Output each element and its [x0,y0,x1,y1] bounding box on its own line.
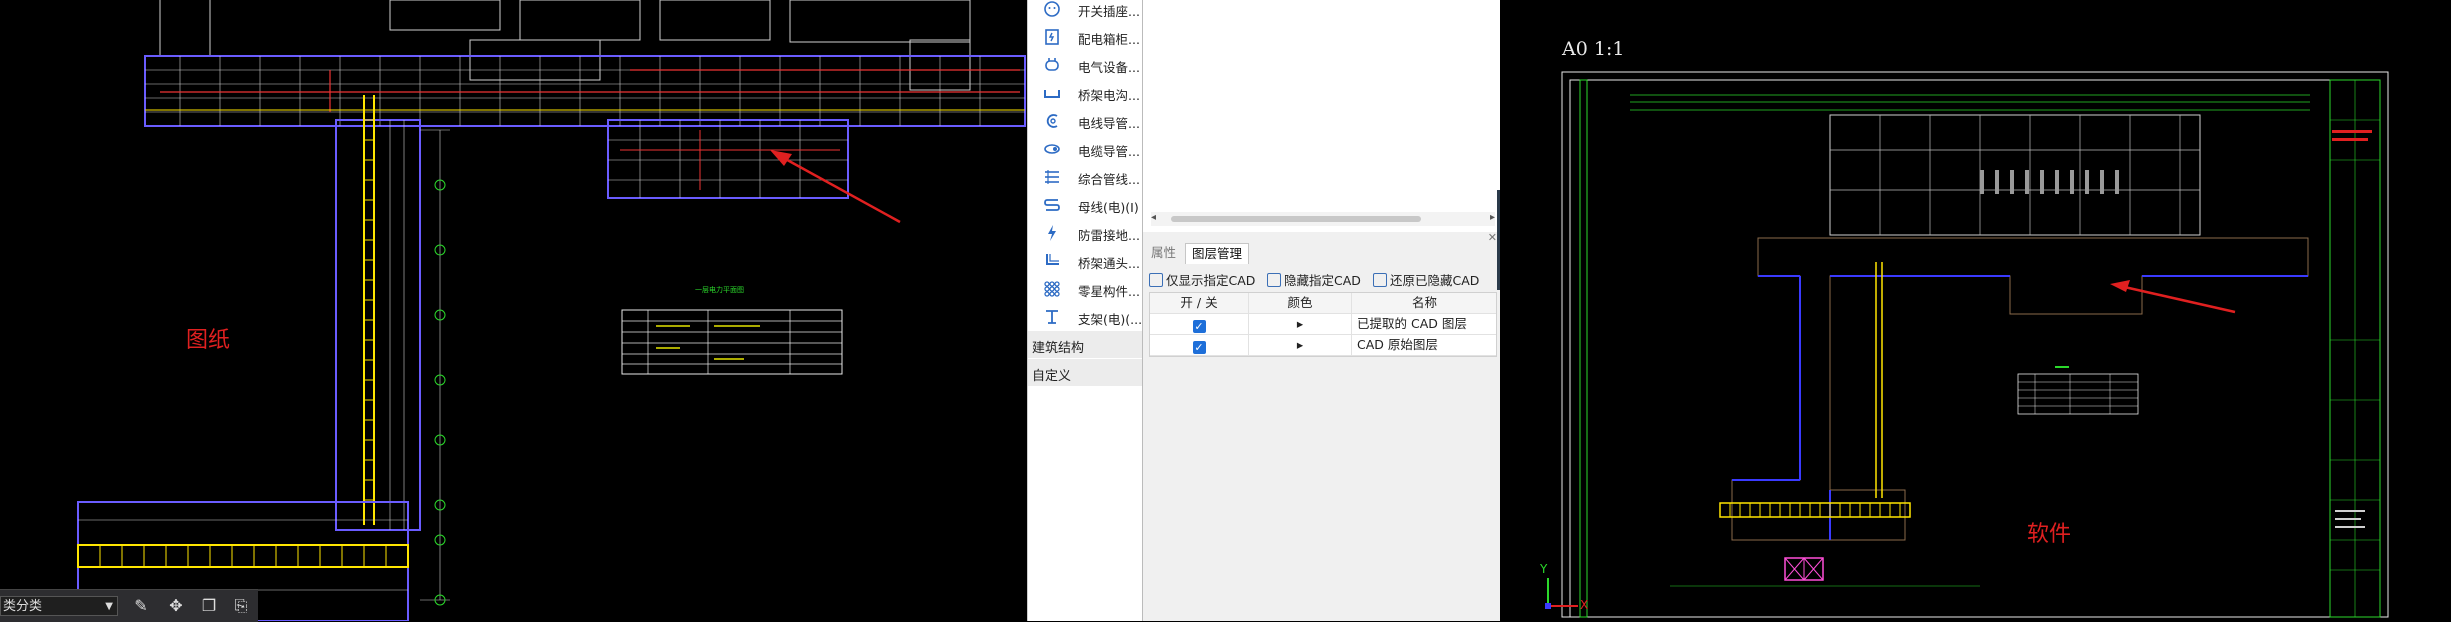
layer-actions-bar: 仅显示指定CAD 隐藏指定CAD 还原已隐藏CAD [1143,268,1501,290]
tree-item-label: 支架(电)(... [1078,312,1143,327]
wire-conduit-icon [1046,114,1058,128]
switch-socket-icon [1044,1,1060,17]
tree-item-label: 母线(电)(I) [1078,200,1139,215]
layer-visible-checkbox[interactable]: ✓ [1192,341,1206,354]
horizontal-scrollbar[interactable]: ◂ ▸ [1151,212,1495,226]
move-icon[interactable]: ✥ [165,595,187,617]
layer-color-cell[interactable]: ▸ [1249,335,1352,355]
panel-tabs: 属性 图层管理 [1143,241,1501,265]
tab-properties[interactable]: 属性 [1145,243,1182,263]
axis-y-label: Y [1540,562,1548,576]
table-row[interactable]: ✓ ▸ CAD 原始图层 [1150,335,1496,356]
scrollbar-thumb[interactable] [1171,216,1421,222]
tree-item-distribution-box[interactable]: 配电箱柜... [1028,23,1143,51]
tree-item-label: 电缆导管... [1078,144,1140,159]
tree-item-misc-component[interactable]: 零星构件... [1028,275,1143,303]
tree-item-label: 电气设备... [1078,60,1140,75]
tree-item-electrical-equipment[interactable]: 电气设备... [1028,51,1143,79]
tray-fitting-icon [1046,254,1059,265]
tree-item-label: 零星构件... [1078,284,1140,299]
paste-icon[interactable]: ⎘ [230,595,252,617]
layer-color-cell[interactable]: ▸ [1249,314,1352,334]
software-label: 软件 [2027,522,2072,547]
layer-name: 已提取的 CAD 图层 [1357,316,1467,331]
layer-visible-checkbox[interactable]: ✓ [1192,320,1206,333]
scroll-right-icon[interactable]: ▸ [1490,212,1495,223]
tree-item-label: 桥架通头... [1078,256,1140,271]
left-cad-drawing-view[interactable]: 一层电力平面图 图纸 [0,0,1027,621]
lightning-ground-icon [1048,225,1056,241]
edit-icon[interactable]: ✎ [130,595,152,617]
tree-category-label: 建筑结构 [1032,341,1085,356]
tree-item-label: 电线导管... [1078,116,1140,131]
misc-component-icon [1044,281,1060,297]
tree-item-label: 防雷接地... [1078,228,1140,243]
tree-item-label: 配电箱柜... [1078,32,1140,47]
classify-dropdown[interactable]: 类分类 ▼ [0,596,118,616]
tree-item-label: 开关插座... [1078,4,1140,19]
pipeline-icon [1045,170,1059,184]
restore-layer-icon [1373,273,1387,287]
restore-hidden-cad-label: 还原已隐藏CAD [1390,273,1480,288]
busbar-icon [1044,199,1060,211]
right-cad-model-view[interactable]: A0 1:1 软件 Y X [1500,0,2451,621]
restore-hidden-cad-button[interactable]: 还原已隐藏CAD [1373,270,1479,289]
table-header: 开 / 关 颜色 名称 [1150,293,1496,314]
electrical-equipment-icon [1045,58,1059,71]
svg-text:一层电力平面图: 一层电力平面图 [695,285,744,294]
cable-tray-icon [1044,90,1060,98]
tree-item-label: 综合管线... [1078,172,1140,187]
tree-item-cable-conduit[interactable]: 电缆导管... [1028,135,1143,163]
column-header-color: 颜色 [1249,293,1352,313]
layer-name: CAD 原始图层 [1357,337,1438,352]
tree-item-switch-socket[interactable]: 开关插座... [1028,0,1143,23]
hide-selected-cad-button[interactable]: 隐藏指定CAD [1267,270,1361,289]
tree-item-bracket[interactable]: 支架(电)(... [1028,303,1143,331]
distribution-box-icon [1045,29,1059,45]
show-selected-cad-label: 仅显示指定CAD [1166,273,1256,288]
layer-table: 开 / 关 颜色 名称 ✓ ▸ 已提取的 CAD 图层 ✓ ▸ CAD 原始图层 [1149,292,1497,357]
column-header-toggle: 开 / 关 [1150,293,1249,313]
properties-area: ◂ ▸ [1143,0,1501,232]
tree-item-wire-conduit[interactable]: 电线导管... [1028,107,1143,135]
drawing-label: 图纸 [186,328,231,353]
tree-item-cable-tray[interactable]: 桥架电沟... [1028,79,1143,107]
tree-category-building-structure[interactable]: 建筑结构 [1028,331,1143,358]
tree-item-lightning-ground[interactable]: 防雷接地... [1028,219,1143,247]
column-header-name: 名称 [1411,295,1437,310]
axis-x-label: X [1580,598,1589,612]
hide-layer-icon [1267,273,1281,287]
component-tree-panel: 开关插座... 配电箱柜... 电气设备... 桥架电沟... 电线导管... … [1027,0,1143,621]
layer-panel: ◂ ▸ ✕ 属性 图层管理 仅显示指定CAD 隐藏指定CAD 还原已隐藏CAD … [1142,0,1501,621]
left-floor-plan: 一层电力平面图 [77,0,1026,621]
right-floor-plan [1545,71,2389,618]
tree-category-label: 自定义 [1032,369,1072,384]
cable-conduit-icon [1044,144,1060,154]
tree-item-label: 桥架电沟... [1078,88,1140,103]
tree-item-pipeline[interactable]: 综合管线... [1028,163,1143,191]
table-row[interactable]: ✓ ▸ 已提取的 CAD 图层 [1150,314,1496,335]
classify-dropdown-value: 类分类 [3,599,43,614]
tab-layer-management[interactable]: 图层管理 [1185,243,1250,264]
hide-selected-cad-label: 隐藏指定CAD [1284,273,1361,288]
show-selected-cad-button[interactable]: 仅显示指定CAD [1149,270,1255,289]
tree-category-custom[interactable]: 自定义 [1028,359,1143,386]
copy-icon[interactable]: ❐ [198,595,220,617]
chevron-down-icon: ▼ [105,601,113,612]
tree-item-busbar[interactable]: 母线(电)(I) [1028,191,1143,219]
bracket-icon [1046,310,1058,324]
scroll-left-icon[interactable]: ◂ [1151,212,1156,223]
cad-bottom-toolbar: 类分类 ▼ ✎ ✥ ❐ ⎘ [0,589,258,622]
tree-item-tray-fitting[interactable]: 桥架通头... [1028,247,1143,275]
show-layer-icon [1149,273,1163,287]
